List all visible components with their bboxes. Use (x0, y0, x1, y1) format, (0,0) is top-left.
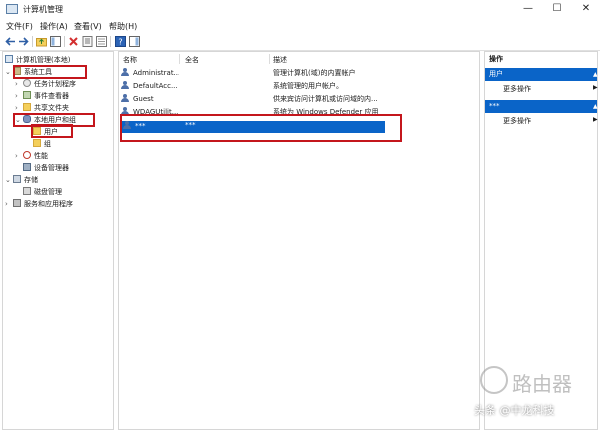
tree-item-performance[interactable]: › 性能 (15, 150, 48, 162)
tree-item-task-scheduler[interactable]: › 任务计划程序 (15, 78, 76, 90)
chevron-right-icon[interactable]: › (15, 78, 23, 90)
chevron-right-icon[interactable]: › (15, 90, 23, 102)
chevron-right-icon[interactable]: › (5, 198, 13, 210)
svg-text:?: ? (118, 38, 122, 47)
list-row-desc: 管理计算机(域)的内置帐户 (273, 69, 356, 77)
more-actions-selected-user[interactable]: 更多操作 (503, 116, 531, 126)
user-icon (121, 94, 130, 102)
menu-help[interactable]: 帮助(H) (109, 21, 137, 32)
list-row-name[interactable]: DefaultAcc... (121, 81, 179, 90)
shared-folder-icon (23, 103, 31, 111)
chevron-down-icon[interactable]: ⌄ (5, 66, 13, 78)
highlight-users (31, 124, 73, 138)
actions-section-users[interactable]: 用户 ▲ (485, 68, 598, 81)
title-bar: 计算机管理 — ☐ ✕ (0, 0, 600, 19)
chevron-right-icon: ▶ (593, 116, 598, 123)
chevron-right-icon: ▶ (593, 84, 598, 91)
computer-icon (5, 55, 13, 63)
performance-icon (23, 151, 31, 159)
menu-file[interactable]: 文件(F) (6, 21, 33, 32)
console-tree: 计算机管理(本地) ⌄ 系统工具 › 任务计划程序 › 事件查看器 › 共享文件夹 ⌄ 本… (2, 51, 114, 430)
show-action-pane-icon[interactable] (129, 36, 140, 47)
toolbar: ? (0, 33, 600, 51)
column-fullname[interactable]: 全名 (185, 55, 199, 65)
column-name[interactable]: 名称 (123, 55, 137, 65)
window-title: 计算机管理 (23, 5, 63, 14)
delete-icon[interactable] (68, 36, 79, 47)
user-icon (121, 68, 130, 76)
list-row-name[interactable]: Guest (121, 94, 179, 103)
close-button[interactable]: ✕ (572, 0, 600, 19)
list-row-desc: 系统管理的用户帐户。 (273, 82, 343, 90)
actions-header: 操作 (489, 55, 503, 63)
actions-section-selected-user[interactable]: *** ▲ (485, 100, 598, 113)
device-manager-icon (23, 163, 31, 171)
list-row-desc: 供来宾访问计算机或访问域的内... (273, 95, 378, 103)
tree-item-event-viewer[interactable]: › 事件查看器 (15, 90, 69, 102)
menu-action[interactable]: 操作(A) (40, 21, 68, 32)
watermark-caption: 头条 @中龙科技 (474, 404, 555, 417)
more-actions-users[interactable]: 更多操作 (503, 84, 531, 94)
watermark-text: 路由器 (512, 372, 572, 396)
collapse-icon[interactable]: ▲ (593, 100, 598, 113)
highlight-system-tools (13, 65, 87, 79)
computer-management-icon (6, 4, 18, 14)
maximize-button[interactable]: ☐ (543, 0, 571, 19)
minimize-button[interactable]: — (514, 0, 542, 19)
menu-view[interactable]: 查看(V) (74, 21, 102, 32)
menu-bar: 文件(F) 操作(A) 查看(V) 帮助(H) (0, 19, 600, 33)
up-folder-icon[interactable] (36, 36, 47, 47)
properties-icon[interactable] (82, 36, 93, 47)
tree-item-storage[interactable]: ⌄ 存储 (5, 174, 38, 186)
disk-icon (23, 187, 31, 195)
chevron-right-icon[interactable]: › (15, 150, 23, 162)
storage-icon (13, 175, 21, 183)
tree-item-device-manager[interactable]: 设备管理器 (23, 162, 69, 174)
user-list: 名称 全名 描述 Administrat... 管理计算机(域)的内置帐户 De… (118, 51, 480, 430)
back-arrow-icon[interactable] (5, 36, 16, 47)
tree-item-disk-management[interactable]: 磁盘管理 (23, 186, 62, 198)
user-icon (121, 81, 130, 89)
help-icon[interactable]: ? (115, 36, 126, 47)
show-hide-tree-icon[interactable] (50, 36, 61, 47)
watermark-logo (480, 366, 508, 394)
collapse-icon[interactable]: ▲ (593, 68, 598, 81)
tree-item-services-apps[interactable]: › 服务和应用程序 (5, 198, 73, 210)
folder-icon (33, 139, 41, 147)
highlight-selected-user (120, 114, 402, 142)
chevron-down-icon[interactable]: ⌄ (5, 174, 13, 186)
column-description[interactable]: 描述 (273, 55, 287, 65)
list-row-name[interactable]: Administrat... (121, 68, 179, 77)
clock-icon (23, 79, 31, 87)
services-icon (13, 199, 21, 207)
export-list-icon[interactable] (96, 36, 107, 47)
forward-arrow-icon[interactable] (18, 36, 29, 47)
tree-item-groups[interactable]: 组 (33, 138, 51, 150)
event-viewer-icon (23, 91, 31, 99)
